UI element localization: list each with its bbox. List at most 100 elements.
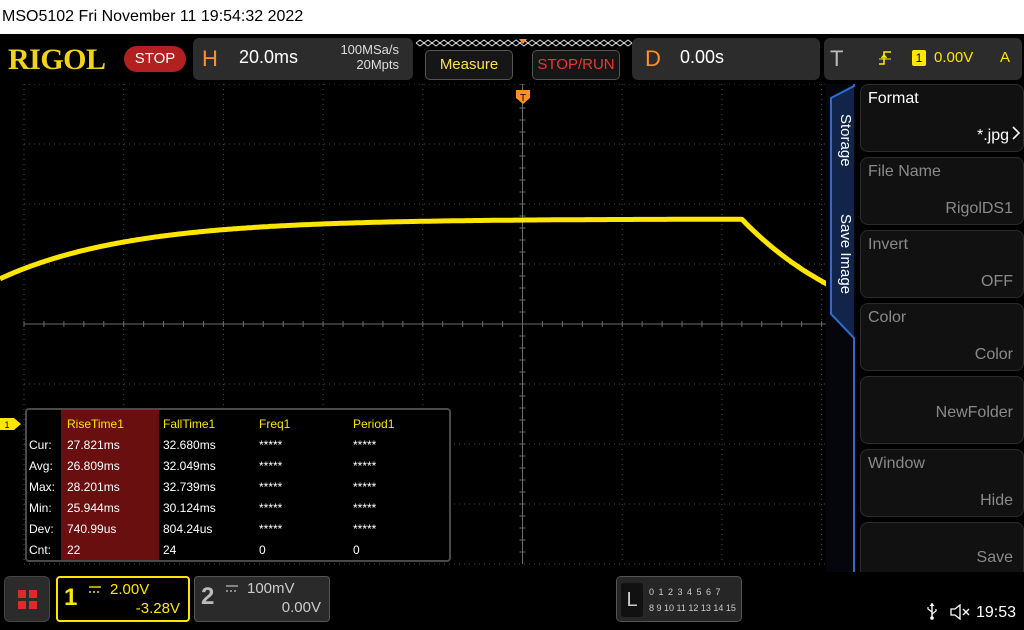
measure-button[interactable]: Measure [425,50,513,80]
file-name-label: File Name [868,163,941,180]
cell: 27.821ms [67,438,120,452]
sample-rate: 100MSa/s [340,42,399,57]
run-state-badge: STOP [124,46,186,72]
cell: ***** [353,459,377,473]
menu-item-format[interactable]: Format *.jpg [860,84,1024,152]
cell: 22 [67,543,81,557]
row-label: Cnt: [29,543,52,557]
ch1-scale: 2.00V [110,581,150,598]
ch2-offset: 0.00V [281,599,321,616]
horizontal-panel[interactable]: H 20.0ms 100MSa/s 20Mpts [193,38,413,80]
trigger-position-marker: T [516,90,530,104]
stop-run-button[interactable]: STOP/RUN [532,50,620,80]
delay-panel[interactable]: D 0.00s [632,38,820,80]
speaker-muted-icon[interactable] [950,604,970,620]
window-value: Hide [980,492,1013,509]
table-row: Min: 25.944ms 30.124ms ***** ***** [27,498,449,519]
cell: ***** [259,522,283,536]
logic-letter: L [621,583,643,617]
cell: ***** [353,438,377,452]
color-label: Color [868,309,907,326]
invert-value: OFF [981,273,1013,290]
menu-item-new-folder[interactable]: NewFolder [860,376,1024,444]
menu-item-window[interactable]: Window Hide [860,449,1024,517]
table-row: Dev: 740.99us 804.24us ***** ***** [27,519,449,540]
memory-depth: 20Mpts [356,57,399,72]
cell: ***** [259,480,283,494]
cell: 740.99us [67,522,117,536]
logic-analyzer-panel[interactable]: L 0 1 2 3 4 5 6 7 8 9 10 11 12 13 14 15 [616,576,742,622]
cell: 32.680ms [163,438,216,452]
cell: ***** [353,480,377,494]
rising-edge-icon [879,51,891,65]
menu-item-invert[interactable]: Invert OFF [860,230,1024,298]
row-label: Cur: [29,438,52,452]
ch1-marker-label: 1 [4,420,9,430]
row-label: Dev: [29,522,54,536]
format-label: Format [868,90,919,107]
menu-item-save[interactable]: Save [860,522,1024,578]
row-label: Max: [29,480,56,494]
trigger-letter: T [830,46,844,71]
header-freq: Freq1 [259,417,291,431]
rigol-logo: RIGOL [8,43,106,76]
dc-coupling-icon [89,586,101,593]
row-label: Min: [29,501,52,515]
timebase-value: 20.0ms [239,47,299,67]
usb-icon [927,603,937,620]
row-label: Avg: [29,459,53,473]
cell: ***** [259,459,283,473]
cell: 0 [259,543,266,557]
color-value: Color [974,346,1013,363]
window-label: Window [868,455,925,472]
acquisition-info: 100MSa/s 20Mpts [340,42,399,72]
cell: 804.24us [163,522,213,536]
header-falltime: FallTime1 [163,417,216,431]
trigger-panel[interactable]: T 1 0.00V A [824,38,1022,80]
logic-channels-high: 8 9 10 11 12 13 14 15 [649,603,736,613]
table-row: Cur: 27.821ms 32.680ms ***** ***** [27,435,449,456]
table-row: Cnt: 22 24 0 0 [27,540,449,561]
delay-value: 0.00s [680,47,725,67]
tab-save-image[interactable]: Save Image [834,214,854,314]
bottom-bar: 1 2.00V -3.28V 2 100mV 0.00V L 0 1 2 3 4… [0,572,1024,630]
ch1-panel[interactable]: 1 2.00V -3.28V [56,576,190,622]
cell: 24 [163,543,177,557]
cell: 28.201ms [67,480,120,494]
trigger-mode: A [1000,49,1011,66]
trigger-position-strip [415,39,633,47]
cell: ***** [259,501,283,515]
ch2-number: 2 [201,583,215,610]
ch1-number: 1 [64,584,78,611]
menu-item-color[interactable]: Color Color [860,303,1024,371]
tab-storage[interactable]: Storage [834,114,854,204]
trigger-source-badge: 1 [912,50,926,66]
header-period: Period1 [353,417,395,431]
storage-menu: Storage Save Image Format *.jpg File Nam… [826,84,1024,578]
table-header: RiseTime1 FallTime1 Freq1 Period1 [27,414,449,435]
cell: 0 [353,543,360,557]
cell: 26.809ms [67,459,120,473]
file-name-value: RigolDS1 [945,200,1013,217]
ch1-offset-marker[interactable]: 1 [0,418,22,430]
horizontal-letter: H [202,46,218,71]
header-risetime: RiseTime1 [67,417,124,431]
delay-letter: D [645,46,661,71]
format-value: *.jpg [976,127,1009,144]
cell: ***** [259,438,283,452]
chevron-right-icon [1012,126,1021,140]
ch2-panel[interactable]: 2 100mV 0.00V [194,576,330,622]
system-clock: 19:53 [976,604,1017,621]
cell: 32.739ms [163,480,216,494]
svg-text:T: T [520,93,526,104]
menu-item-file-name[interactable]: File Name RigolDS1 [860,157,1024,225]
cell: 25.944ms [67,501,120,515]
measurement-table[interactable]: RiseTime1 FallTime1 Freq1 Period1 Cur: 2… [25,408,451,562]
home-button[interactable] [4,576,50,622]
ch2-scale: 100mV [247,580,295,597]
header-bar: RIGOL STOP H 20.0ms 100MSa/s 20Mpts Meas… [0,34,1024,84]
cell: ***** [353,522,377,536]
dc-coupling-icon [226,585,238,592]
save-value: Save [976,549,1013,566]
table-row: Avg: 26.809ms 32.049ms ***** ***** [27,456,449,477]
